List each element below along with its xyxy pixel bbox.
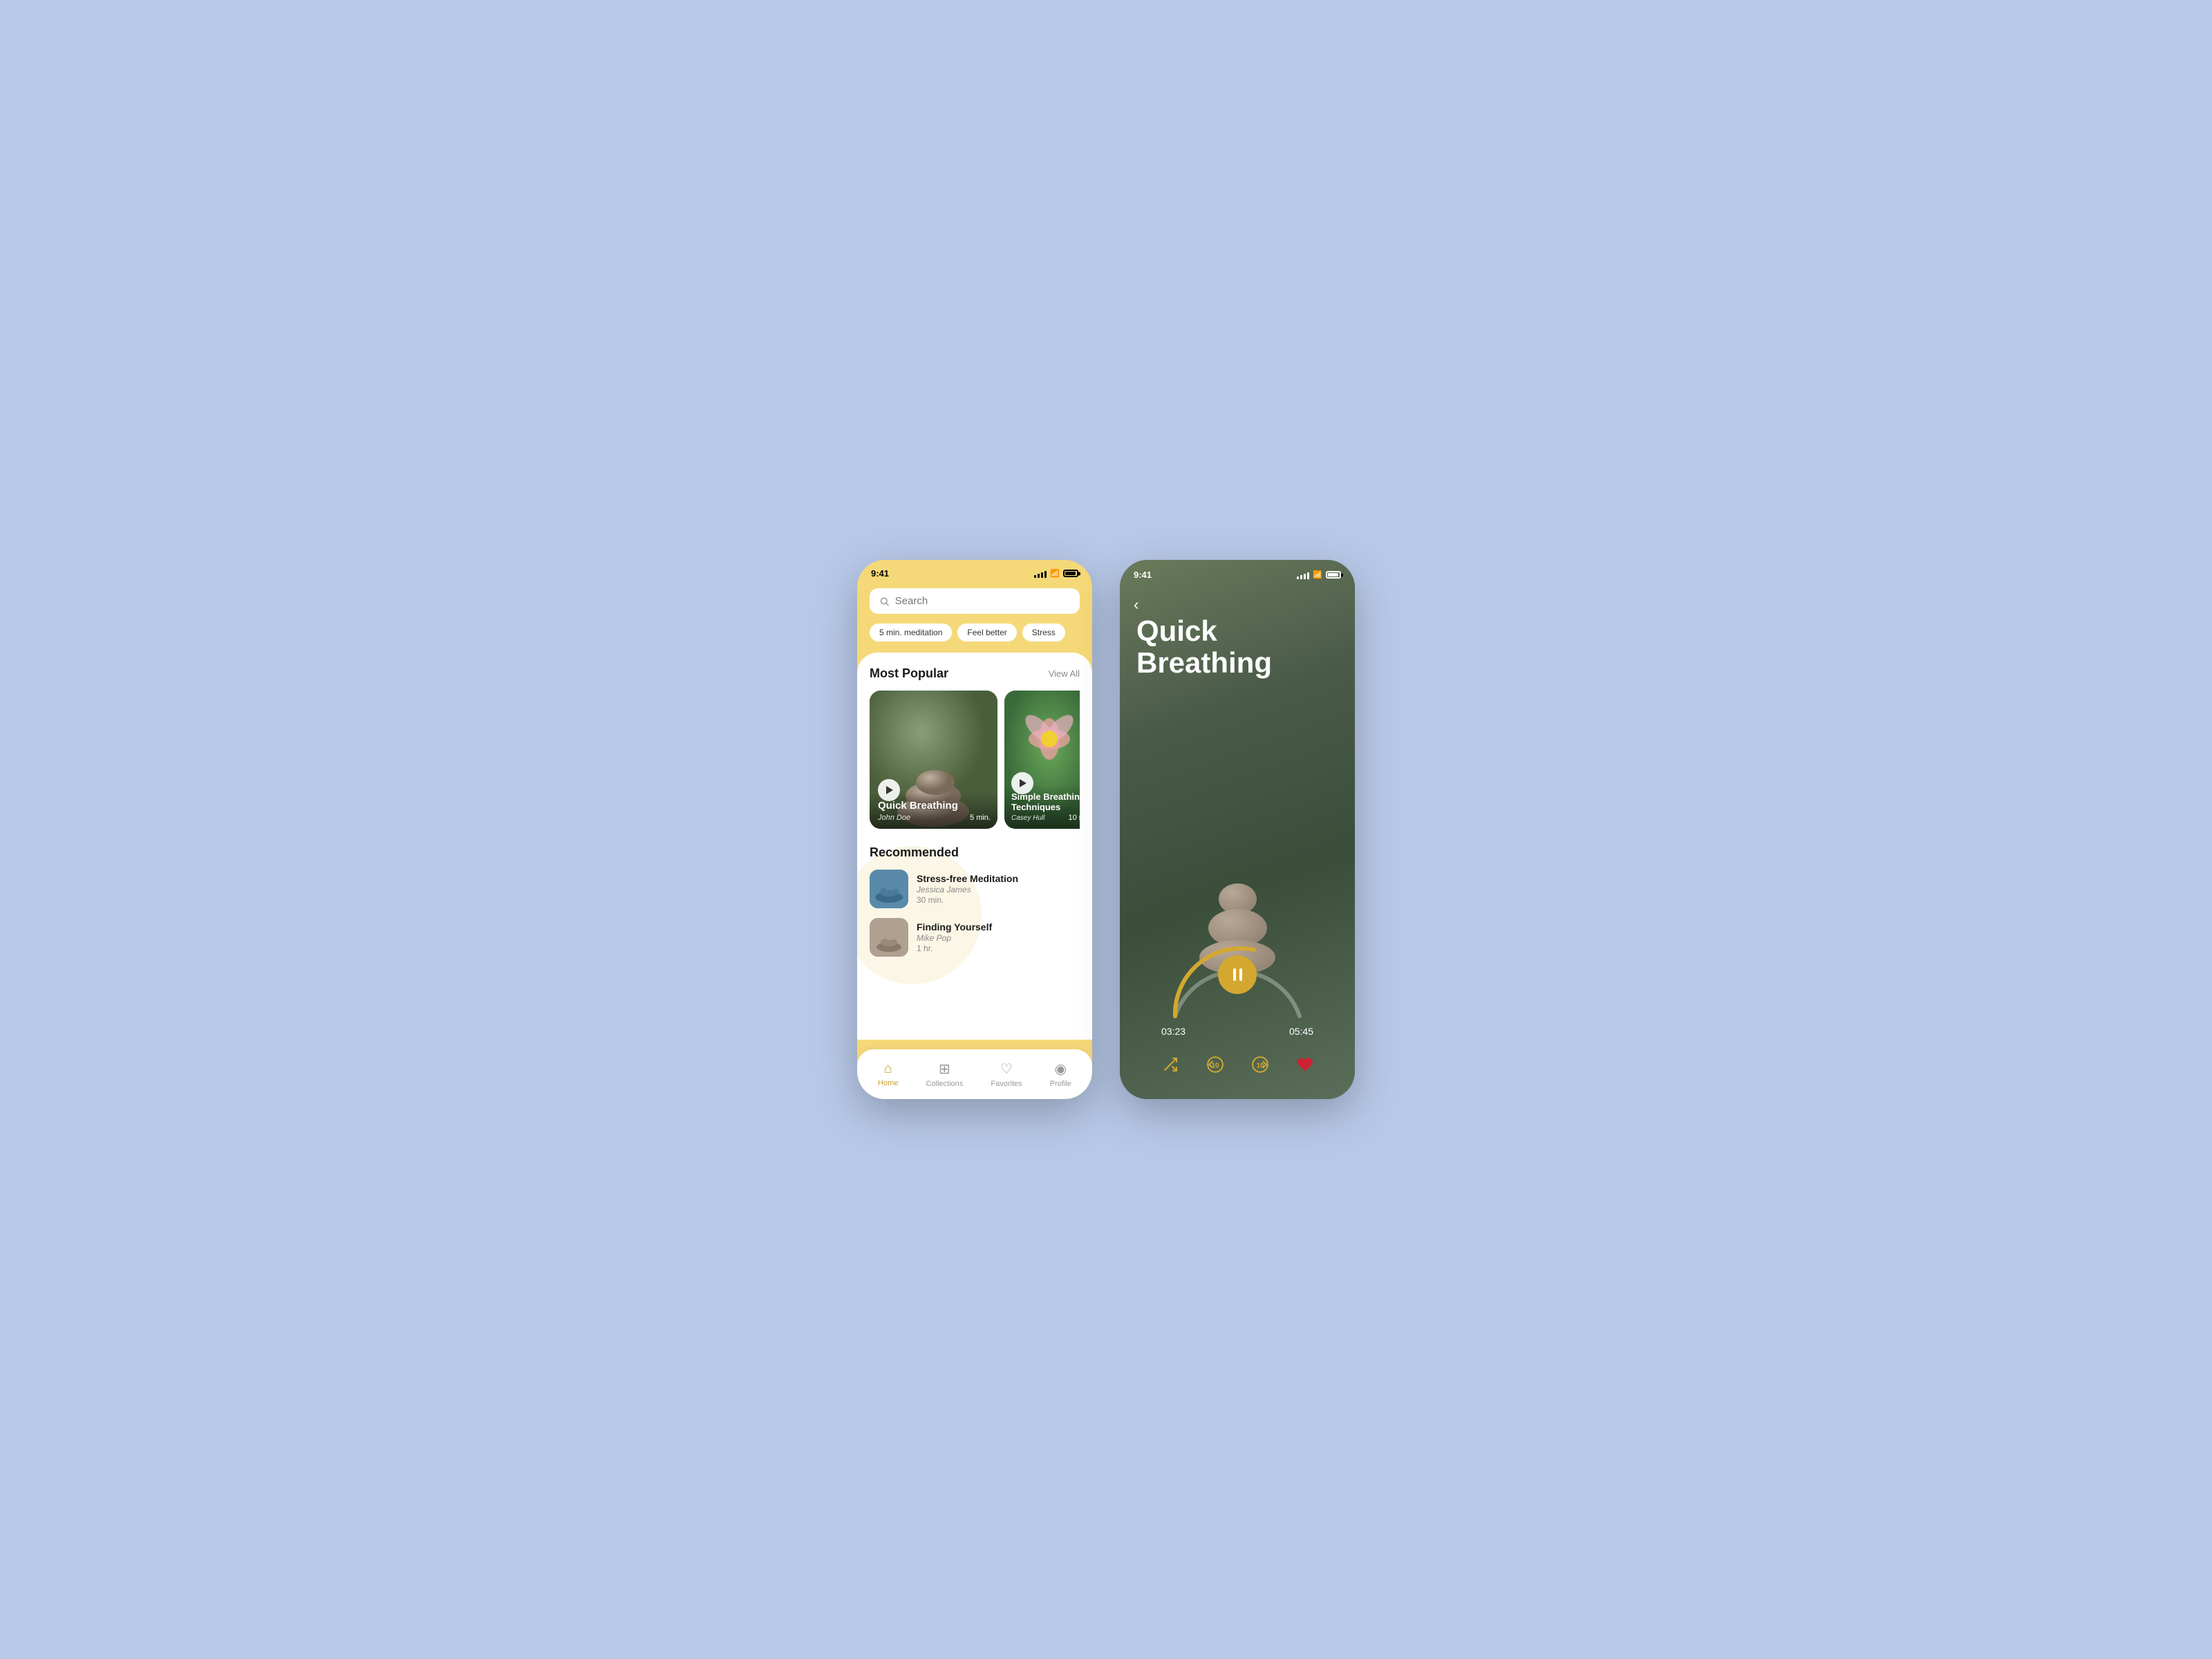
wifi-icon-right: 📶 <box>1313 570 1322 579</box>
rewind-button[interactable]: 10 <box>1200 1049 1230 1080</box>
pause-bar-left <box>1233 968 1236 981</box>
status-icons-right: 📶 <box>1297 570 1341 579</box>
bottom-nav: ⌂ Home ⊞ Collections ♡ Favorites ◉ Profi… <box>857 1049 1092 1099</box>
chip-3[interactable]: Stress <box>1022 624 1065 641</box>
search-bar[interactable] <box>870 588 1080 614</box>
rec-info-1: Stress-free Meditation Jessica James 30 … <box>917 873 1080 905</box>
rec-duration-2: 1 hr. <box>917 944 1080 953</box>
nav-profile[interactable]: ◉ Profile <box>1050 1060 1071 1088</box>
nav-collections[interactable]: ⊞ Collections <box>926 1060 963 1088</box>
svg-text:10: 10 <box>1256 1062 1264 1069</box>
search-input[interactable] <box>895 595 1070 607</box>
rec-thumb-2 <box>870 918 908 957</box>
rec-info-2: Finding Yourself Mike Pop 1 hr. <box>917 921 1080 953</box>
collections-icon: ⊞ <box>939 1060 950 1078</box>
chip-2[interactable]: Feel better <box>957 624 1016 641</box>
most-popular-title: Most Popular <box>870 666 948 681</box>
cards-row: Quick Breathing John Doe 5 min. <box>870 691 1080 829</box>
player-title-text: QuickBreathing <box>1136 615 1272 679</box>
rewind-icon: 10 <box>1206 1056 1224 1074</box>
rec-duration-1: 30 min. <box>917 895 1080 905</box>
rec-author-1: Jessica James <box>917 885 1080 894</box>
status-bar-left: 9:41 📶 <box>857 560 1092 583</box>
nav-favorites[interactable]: ♡ Favorites <box>991 1060 1022 1088</box>
signal-icon-right <box>1297 571 1309 579</box>
back-button[interactable]: ‹ <box>1134 596 1138 614</box>
chip-1[interactable]: 5 min. meditation <box>870 624 952 641</box>
card-breathing-techniques[interactable]: Simple Breathing Techniques Casey Hull 1… <box>1004 691 1080 829</box>
view-all-button[interactable]: View All <box>1049 668 1080 679</box>
rec-author-2: Mike Pop <box>917 933 1080 943</box>
rec-item-2[interactable]: Finding Yourself Mike Pop 1 hr. <box>870 918 1080 957</box>
nav-favorites-label: Favorites <box>991 1080 1022 1088</box>
svg-text:10: 10 <box>1211 1062 1219 1069</box>
player-controls: 03:23 05:45 <box>1120 933 1355 1037</box>
shuffle-icon <box>1162 1056 1179 1073</box>
content-area: Most Popular View All <box>857 653 1092 1040</box>
shuffle-button[interactable] <box>1155 1049 1185 1080</box>
left-phone: 9:41 📶 5 min. medi <box>857 560 1092 1099</box>
pause-button[interactable] <box>1218 955 1257 994</box>
nav-collections-label: Collections <box>926 1080 963 1088</box>
battery-icon <box>1063 570 1078 577</box>
favorites-icon: ♡ <box>1000 1060 1013 1078</box>
forward-icon: 10 <box>1251 1056 1269 1074</box>
heart-icon <box>1297 1056 1313 1073</box>
time-labels: 03:23 05:45 <box>1161 1026 1313 1037</box>
play-button-1[interactable] <box>878 779 900 801</box>
rec-name-1: Stress-free Meditation <box>917 873 1080 884</box>
total-time: 05:45 <box>1289 1026 1313 1037</box>
rec-thumb-svg-2 <box>870 918 908 957</box>
card-title-1: Quick Breathing <box>878 800 989 812</box>
battery-icon-right <box>1326 571 1341 579</box>
rec-thumb-1 <box>870 870 908 908</box>
wifi-icon: 📶 <box>1050 569 1060 578</box>
right-phone: 9:41 📶 ‹ QuickBreathing <box>1120 560 1355 1099</box>
search-icon <box>879 596 890 607</box>
rec-item-1[interactable]: Stress-free Meditation Jessica James 30 … <box>870 870 1080 908</box>
home-icon: ⌂ <box>884 1061 892 1077</box>
time-left: 9:41 <box>871 568 889 579</box>
screens-container: 9:41 📶 5 min. medi <box>830 518 1382 1141</box>
filter-chips: 5 min. meditation Feel better Stress <box>857 624 1092 653</box>
favorite-button[interactable] <box>1290 1049 1320 1080</box>
pause-bar-right <box>1239 968 1242 981</box>
card-duration-1: 5 min. <box>970 814 991 822</box>
play-triangle-icon-2 <box>1020 779 1027 787</box>
progress-arc <box>1161 933 1313 1023</box>
play-triangle-icon <box>886 786 893 794</box>
current-time: 03:23 <box>1161 1026 1185 1037</box>
profile-icon: ◉ <box>1055 1060 1067 1078</box>
rec-name-2: Finding Yourself <box>917 921 1080 932</box>
nav-profile-label: Profile <box>1050 1080 1071 1088</box>
status-bar-right: 9:41 📶 <box>1120 560 1355 584</box>
pause-icon <box>1233 968 1242 981</box>
rec-thumb-svg-1 <box>870 870 908 908</box>
player-actions: 10 10 <box>1120 1049 1355 1080</box>
status-icons-left: 📶 <box>1034 569 1078 578</box>
card-quick-breathing[interactable]: Quick Breathing John Doe 5 min. <box>870 691 997 829</box>
card-title-2: Simple Breathing Techniques <box>1011 791 1080 813</box>
card-duration-2: 10 m. <box>1068 814 1080 822</box>
nav-home[interactable]: ⌂ Home <box>878 1061 898 1087</box>
most-popular-header: Most Popular View All <box>870 666 1080 681</box>
signal-icon <box>1034 570 1047 578</box>
time-right: 9:41 <box>1134 570 1152 580</box>
nav-home-label: Home <box>878 1079 898 1087</box>
play-button-2[interactable] <box>1011 772 1033 794</box>
forward-button[interactable]: 10 <box>1245 1049 1275 1080</box>
recommended-title: Recommended <box>870 845 1080 860</box>
player-title: QuickBreathing <box>1136 615 1338 679</box>
